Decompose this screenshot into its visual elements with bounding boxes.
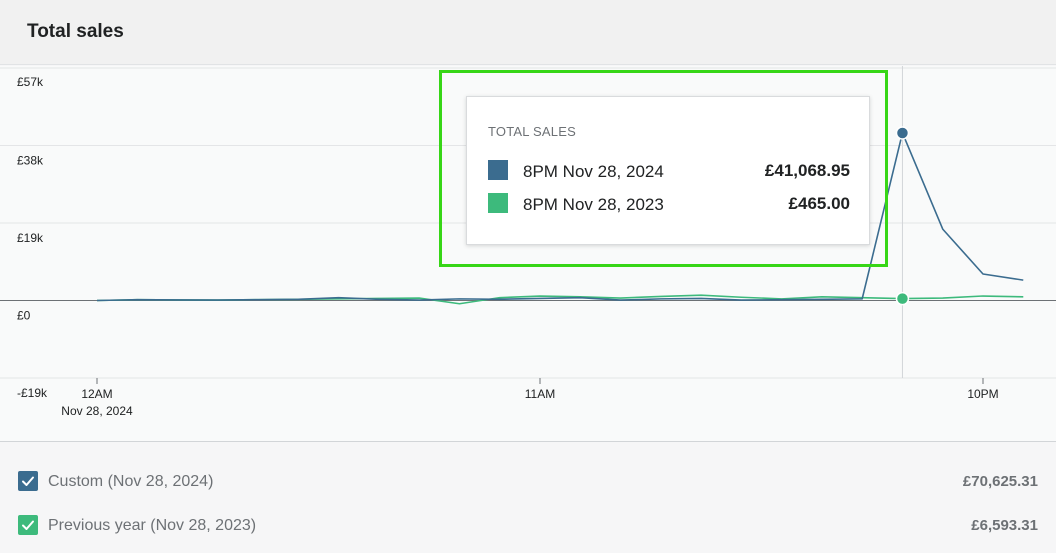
checkmark-icon (22, 476, 34, 486)
y-tick-label: £38k (17, 154, 44, 168)
x-tick-sublabel: Nov 28, 2024 (61, 404, 133, 418)
legend-checkbox-current[interactable] (18, 471, 38, 491)
chart-legend: Custom (Nov 28, 2024) £70,625.31 Previou… (0, 441, 1056, 553)
x-tick-label: 12AM (81, 387, 112, 401)
x-tick-label: 11AM (525, 387, 555, 401)
y-tick-label: £0 (17, 309, 31, 323)
x-tick-label: 10PM (967, 387, 998, 401)
legend-item-current[interactable]: Custom (Nov 28, 2024) £70,625.31 (18, 471, 1038, 493)
legend-total: £70,625.31 (962, 473, 1038, 490)
y-tick-label: £19k (17, 231, 44, 245)
legend-label: Previous year (Nov 28, 2023) (48, 517, 257, 534)
legend-checkbox-previous[interactable] (18, 515, 38, 535)
hover-point-current (895, 126, 910, 140)
card-title: Total sales (27, 21, 124, 42)
checkmark-icon (22, 520, 34, 530)
y-tick-label: £57k (17, 75, 44, 89)
legend-item-previous[interactable]: Previous year (Nov 28, 2023) £6,593.31 (18, 515, 1038, 537)
hover-point-previous (895, 291, 910, 306)
highlight-box (439, 70, 888, 267)
card-header: Total sales (0, 0, 1056, 65)
y-tick-label: -£19k (17, 386, 48, 400)
legend-label: Custom (Nov 28, 2024) (48, 473, 214, 490)
legend-total: £6,593.31 (971, 517, 1038, 534)
